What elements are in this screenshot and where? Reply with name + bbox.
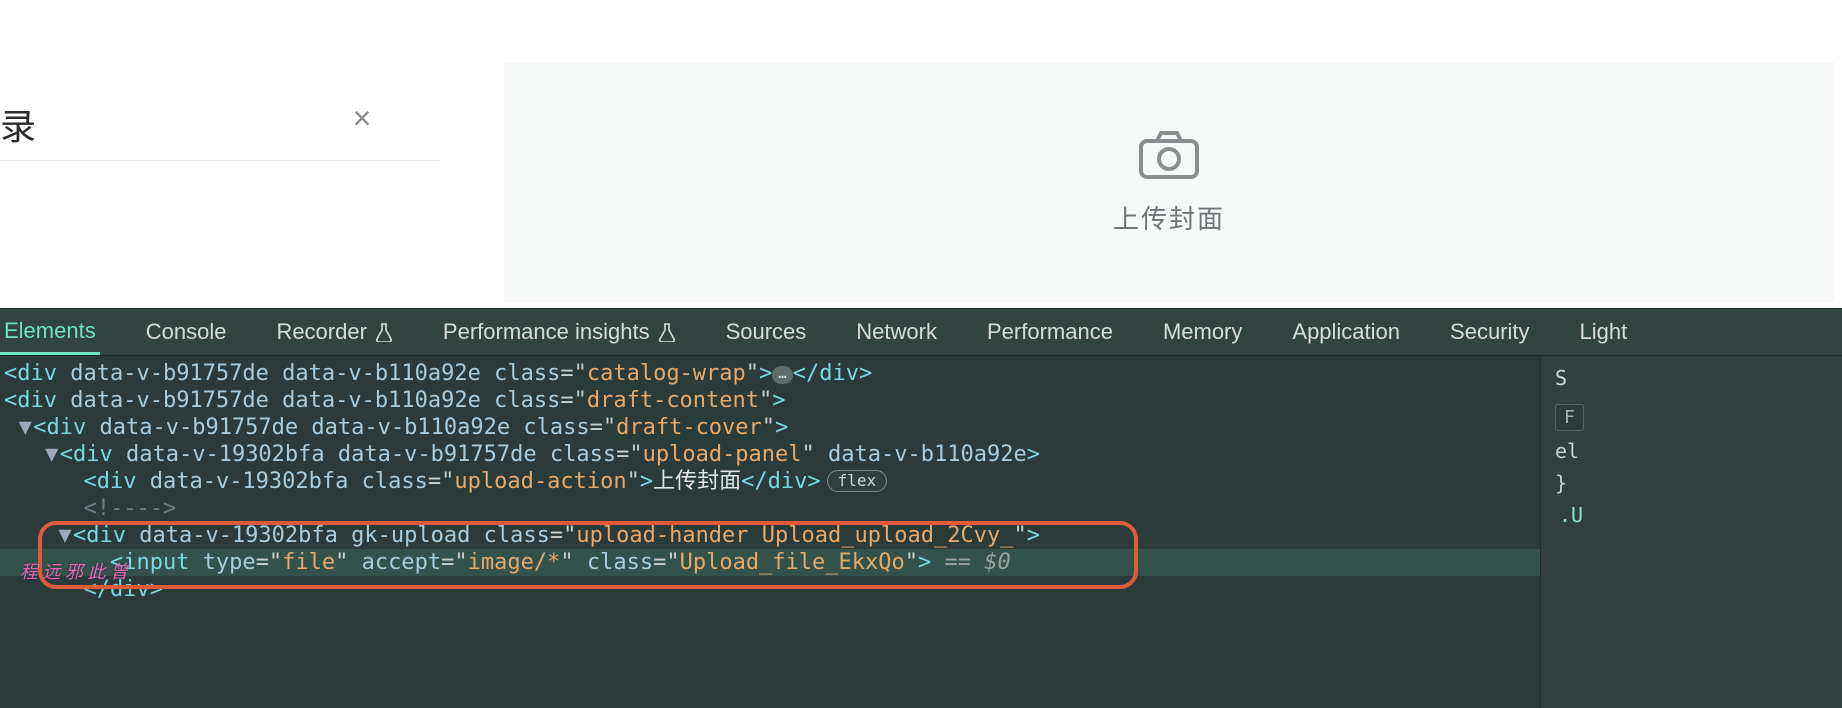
dom-line-selected[interactable]: <input type="file" accept="image/*" clas… bbox=[0, 549, 1540, 576]
disclosure-triangle-icon[interactable]: ▼ bbox=[44, 441, 60, 468]
tab-network[interactable]: Network bbox=[852, 309, 941, 355]
tab-perf-insights-label: Performance insights bbox=[443, 319, 650, 345]
styles-sidebar[interactable]: S F el } .U bbox=[1540, 356, 1842, 708]
brace: } bbox=[1555, 471, 1567, 495]
dom-line[interactable]: ▼<div data-v-19302bfa data-v-b91757de cl… bbox=[0, 441, 1540, 468]
selector-text: .U bbox=[1555, 503, 1583, 527]
dom-line[interactable]: ▼<div data-v-19302bfa gk-upload class="u… bbox=[0, 522, 1540, 549]
tab-security[interactable]: Security bbox=[1446, 309, 1533, 355]
modal-title: 录 bbox=[0, 98, 36, 150]
dom-line[interactable]: <!----> bbox=[0, 495, 1540, 522]
tab-memory[interactable]: Memory bbox=[1159, 309, 1246, 355]
styles-filter[interactable]: F bbox=[1555, 404, 1584, 431]
divider bbox=[0, 160, 440, 161]
dom-line[interactable]: </div> bbox=[0, 576, 1540, 603]
devtools-panel: Elements Console Recorder Performance in… bbox=[0, 308, 1842, 708]
upload-cover-label: 上传封面 bbox=[1113, 199, 1225, 236]
devtools-tabbar: Elements Console Recorder Performance in… bbox=[0, 308, 1842, 356]
disclosure-triangle-icon[interactable]: ▼ bbox=[57, 522, 73, 549]
camera-icon bbox=[1136, 129, 1202, 181]
disclosure-triangle-icon[interactable]: ▼ bbox=[17, 414, 33, 441]
modal-fragment: 录 × bbox=[0, 0, 440, 160]
close-icon[interactable]: × bbox=[348, 104, 376, 132]
tab-performance[interactable]: Performance bbox=[983, 309, 1117, 355]
tab-recorder-label: Recorder bbox=[276, 319, 366, 345]
elements-tree[interactable]: <div data-v-b91757de data-v-b110a92e cla… bbox=[0, 356, 1540, 708]
dom-line[interactable]: ▼<div data-v-b91757de data-v-b110a92e cl… bbox=[0, 414, 1540, 441]
dom-line[interactable]: <div data-v-19302bfa class="upload-actio… bbox=[0, 468, 1540, 495]
tab-performance-insights[interactable]: Performance insights bbox=[439, 309, 680, 355]
tab-recorder[interactable]: Recorder bbox=[272, 309, 396, 355]
tab-console[interactable]: Console bbox=[142, 309, 231, 355]
element-style-label: el bbox=[1555, 439, 1579, 463]
upload-cover-panel[interactable]: 上传封面 bbox=[504, 62, 1834, 302]
dom-line[interactable]: <div data-v-b91757de data-v-b110a92e cla… bbox=[0, 360, 1540, 387]
tab-lighthouse[interactable]: Light bbox=[1576, 309, 1632, 355]
tab-application[interactable]: Application bbox=[1288, 309, 1404, 355]
styles-tab[interactable]: S bbox=[1555, 366, 1567, 390]
page-content: 录 × 上传封面 bbox=[0, 0, 1842, 308]
tab-sources[interactable]: Sources bbox=[722, 309, 811, 355]
ellipsis-badge[interactable]: … bbox=[772, 366, 792, 384]
dom-line[interactable]: <div data-v-b91757de data-v-b110a92e cla… bbox=[0, 387, 1540, 414]
flask-icon bbox=[658, 322, 676, 342]
flask-icon bbox=[375, 322, 393, 342]
flex-badge[interactable]: flex bbox=[827, 470, 888, 492]
tab-elements[interactable]: Elements bbox=[0, 309, 100, 355]
